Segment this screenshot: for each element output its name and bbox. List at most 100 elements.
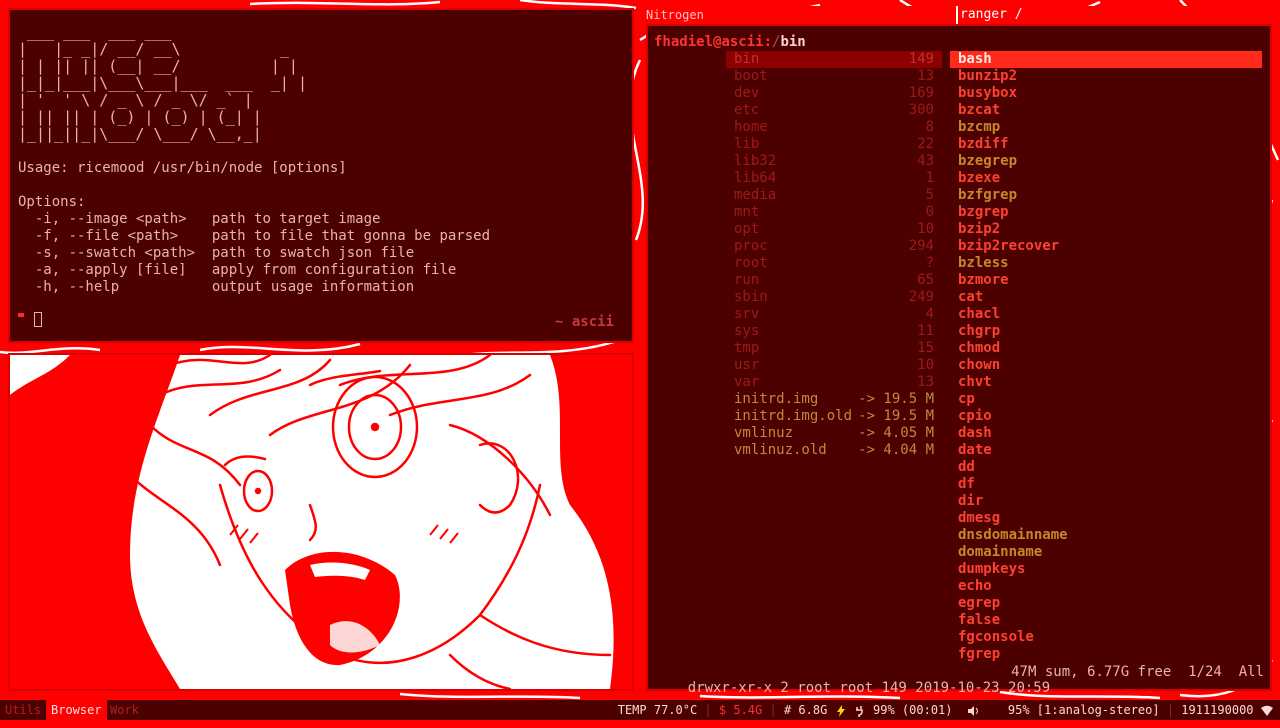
directory-entry[interactable]: root? (726, 255, 942, 272)
entry-size: 4 (925, 306, 934, 322)
directory-entry[interactable]: var 13 (726, 374, 942, 391)
directory-entry[interactable]: usr 10 (726, 357, 942, 374)
directory-entry[interactable]: initrd.img -> 19.5 M (726, 391, 942, 408)
directory-entry[interactable]: mnt 0 (726, 204, 942, 221)
file-entry[interactable]: chown (950, 357, 1262, 374)
file-entry[interactable]: fgconsole (950, 629, 1262, 646)
directory-entry[interactable]: dev 169 (726, 85, 942, 102)
file-entry[interactable]: bunzip2 (950, 68, 1262, 85)
entry-size: 43 (917, 153, 934, 169)
entry-size: 8 (925, 119, 934, 135)
file-entry[interactable]: dir (950, 493, 1262, 510)
terminal-cursor[interactable] (34, 312, 42, 327)
file-entry[interactable]: date (950, 442, 1262, 459)
entry-size: 65 (917, 272, 934, 288)
ranger-titlebar[interactable]: ranger / (956, 6, 1272, 24)
battery-status: 99% (00:01) (873, 703, 953, 717)
file-entry[interactable]: bzcmp (950, 119, 1262, 136)
file-entry[interactable]: domainname (950, 544, 1262, 561)
file-entry[interactable]: echo (950, 578, 1262, 595)
entry-name: sys (734, 323, 760, 339)
entry-name: lib (734, 136, 760, 152)
directory-entry[interactable]: media 5 (726, 187, 942, 204)
file-entry[interactable]: dd (950, 459, 1262, 476)
disk-value: 6.8G (798, 703, 828, 717)
wallpaper-preview-image (8, 353, 634, 691)
file-entry[interactable]: bzgrep (950, 204, 1262, 221)
file-entry[interactable]: dumpkeys (950, 561, 1262, 578)
workspace-utils[interactable]: Utils (0, 700, 46, 720)
entry-size: 294 (908, 238, 934, 254)
entry-name: sbin (734, 289, 768, 305)
status-indicators: TEMP 77.0°C | $ 5.4G | # 6.8G 99% (00:01… (618, 700, 1280, 720)
directory-entry[interactable]: lib 22 (726, 136, 942, 153)
entry-name: var (734, 374, 760, 390)
file-entry[interactable]: bzexe (950, 170, 1262, 187)
directory-entry[interactable]: run 65 (726, 272, 942, 289)
file-entry[interactable]: dmesg (950, 510, 1262, 527)
file-entry[interactable]: bzip2 (950, 221, 1262, 238)
file-entry[interactable]: cpio (950, 408, 1262, 425)
ranger-file-manager[interactable]: fhadiel@ascii:/bin bin 149 boot 13 dev 169 etc… (646, 24, 1272, 696)
file-entry[interactable]: bzmore (950, 272, 1262, 289)
directory-entry[interactable]: home 8 (726, 119, 942, 136)
file-entry[interactable]: chgrp (950, 323, 1262, 340)
directory-entry[interactable]: tmp 15 (726, 340, 942, 357)
file-entry[interactable]: chvt (950, 374, 1262, 391)
entry-name: mnt (734, 204, 760, 220)
entry-name: home (734, 119, 768, 135)
directory-entry[interactable]: sys 11 (726, 323, 942, 340)
directory-entry[interactable]: bin 149 (726, 51, 942, 68)
file-entry[interactable]: egrep (950, 595, 1262, 612)
entry-name: vmlinuz.old (734, 442, 827, 458)
file-entry[interactable]: df (950, 476, 1262, 493)
file-entry[interactable]: busybox (950, 85, 1262, 102)
entry-size: 22 (917, 136, 934, 152)
file-entry[interactable]: bzegrep (950, 153, 1262, 170)
nitrogen-titlebar[interactable]: Nitrogen (640, 6, 956, 24)
file-entry[interactable]: fgrep (950, 646, 1262, 663)
entry-size: 10 (917, 357, 934, 373)
entry-name: tmp (734, 340, 760, 356)
directory-entry[interactable]: sbin 249 (726, 289, 942, 306)
file-entry[interactable]: bzless (950, 255, 1262, 272)
file-entry[interactable]: chacl (950, 306, 1262, 323)
entry-name: srv (734, 306, 760, 322)
parent-directory-list[interactable]: bin 149 boot 13 dev 169 etc 300 home 8 lib 22 lib32 4… (726, 51, 942, 459)
directory-entry[interactable]: initrd.img.old -> 19.5 M (726, 408, 942, 425)
prompt-host: ~ ascii (554, 314, 614, 330)
directory-entry[interactable]: vmlinuz -> 4.05 M (726, 425, 942, 442)
directory-entry[interactable]: boot 13 (726, 68, 942, 85)
directory-entry[interactable]: etc 300 (726, 102, 942, 119)
file-entry[interactable]: chmod (950, 340, 1262, 357)
file-entry[interactable]: bzfgrep (950, 187, 1262, 204)
active-tab-marker (956, 6, 958, 24)
directory-entry[interactable]: lib64 1 (726, 170, 942, 187)
prompt-symbol (18, 313, 24, 317)
terminal-window[interactable]: ___ ___ ___ ___ | |_ _|/ __/ __\ _ | | |… (8, 8, 634, 343)
file-entry[interactable]: bash (950, 51, 1262, 68)
file-entry[interactable]: false (950, 612, 1262, 629)
directory-entry[interactable]: lib32 43 (726, 153, 942, 170)
file-entry[interactable]: dash (950, 425, 1262, 442)
file-entry[interactable]: cat (950, 289, 1262, 306)
option-row: -a, --apply [file] apply from configurat… (18, 262, 457, 278)
file-entry[interactable]: bzip2recover (950, 238, 1262, 255)
file-entry[interactable]: dnsdomainname (950, 527, 1262, 544)
power-plug-icon (855, 705, 863, 717)
entry-size: 0 (925, 204, 934, 220)
file-entry[interactable]: bzcat (950, 102, 1262, 119)
workspace-browser[interactable]: Browser (46, 700, 107, 720)
entry-size: 13 (917, 68, 934, 84)
file-entry[interactable]: bzdiff (950, 136, 1262, 153)
directory-entry[interactable]: vmlinuz.old -> 4.04 M (726, 442, 942, 459)
directory-entry[interactable]: srv 4 (726, 306, 942, 323)
workspace-work[interactable]: Work (105, 700, 144, 720)
current-directory-list[interactable]: bash bunzip2 busybox bzcat bzcmp bzdiff bzegre… (950, 51, 1262, 663)
file-entry[interactable]: cp (950, 391, 1262, 408)
directory-entry[interactable]: opt 10 (726, 221, 942, 238)
directory-entry[interactable]: proc 294 (726, 238, 942, 255)
entry-size: 15 (917, 340, 934, 356)
dir-summary: 47M sum, 6.77G free 1/24 All (1011, 664, 1264, 680)
entry-name: usr (734, 357, 760, 373)
